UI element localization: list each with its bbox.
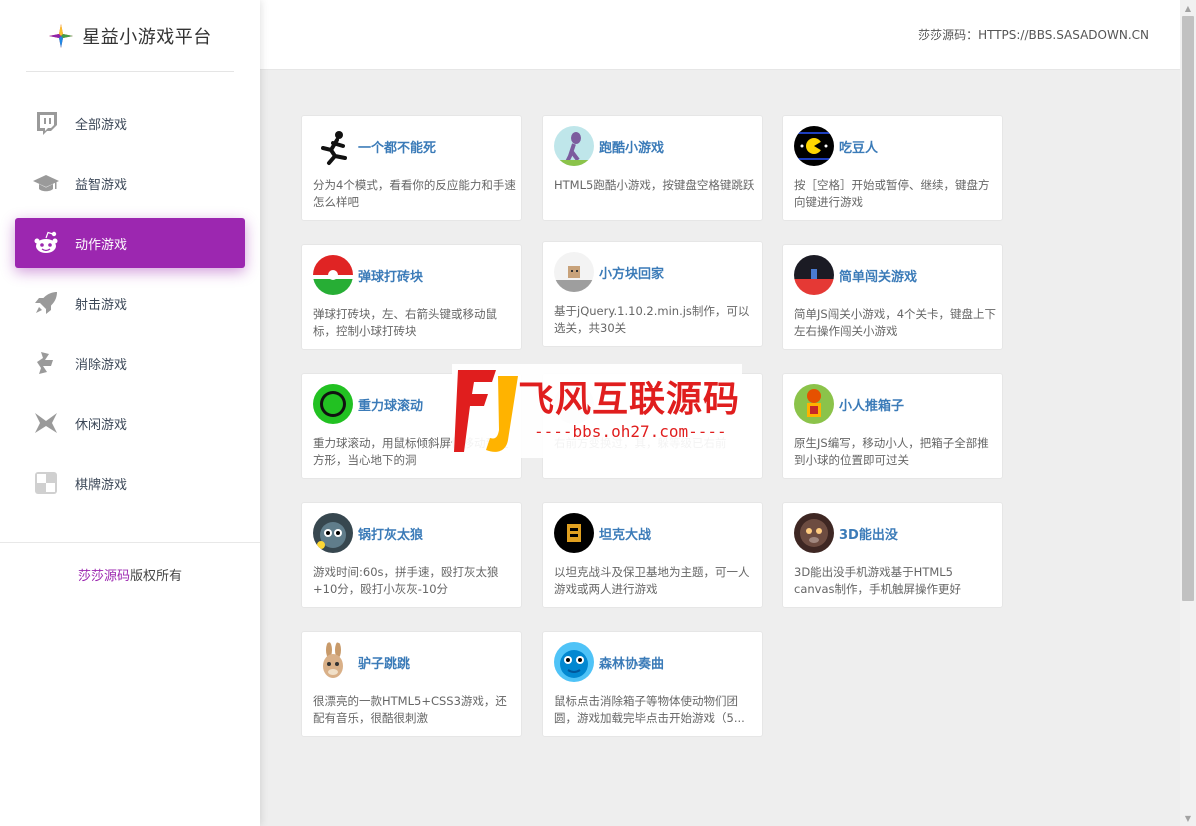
brand-divider: [26, 71, 234, 72]
game-description: 弹球打砖块，左、右箭头键或移动鼠标，控制小球打砖块: [313, 307, 497, 338]
game-card[interactable]: 坦克大战 以坦克战斗及保卫基地为主题，可一人游戏或两人进行游戏: [542, 502, 763, 608]
game-thumbnail: [313, 513, 353, 553]
game-thumbnail: [554, 252, 594, 292]
nav-item-label: 棋牌游戏: [75, 477, 128, 493]
nav-item-board-games[interactable]: 棋牌游戏: [15, 458, 245, 508]
nav-item-shooting-games[interactable]: 射击游戏: [15, 278, 245, 328]
nav-item-casual-games[interactable]: 休闲游戏: [15, 398, 245, 448]
sidebar: 星益小游戏平台 全部游戏 益智游戏 动作游戏 射击游戏 消除游戏 休闲游戏 棋牌…: [0, 0, 260, 826]
scrollbar[interactable]: ▲ ▼: [1180, 0, 1196, 826]
game-description: 按［空格］开始或暂停、继续，键盘方向键进行游戏: [794, 178, 990, 209]
category-nav: 全部游戏 益智游戏 动作游戏 射击游戏 消除游戏 休闲游戏 棋牌游戏: [15, 98, 245, 518]
game-card[interactable]: 简单闯关游戏 简单JS闯关小游戏，4个关卡，键盘上下左右操作闯关小游戏: [782, 244, 1003, 350]
game-description: 以坦克战斗及保卫基地为主题，可一人游戏或两人进行游戏: [554, 565, 750, 596]
star-logo-icon: [49, 24, 74, 48]
game-title: 锅打灰太狼: [358, 528, 424, 543]
game-title: 一个都不能死: [358, 141, 437, 156]
top-bar: 莎莎源码：HTTPS://BBS.SASADOWN.CN: [260, 0, 1180, 70]
game-card[interactable]: 3D能出没 3D能出没手机游戏基于HTML5 canvas制作，手机触屏操作更好: [782, 502, 1003, 608]
game-thumbnail: [794, 513, 834, 553]
brand-title: 星益小游戏平台: [82, 27, 212, 48]
nav-item-action-games[interactable]: 动作游戏: [15, 218, 245, 268]
game-thumbnail: [313, 384, 353, 424]
game-thumbnail: [794, 126, 834, 166]
nav-item-match-games[interactable]: 消除游戏: [15, 338, 245, 388]
twitch-icon: [33, 110, 59, 136]
watermark-text: 飞风互联源码: [518, 379, 741, 420]
game-thumbnail: [554, 126, 594, 166]
nav-item-all-games[interactable]: 全部游戏: [15, 98, 245, 148]
footer-divider: [0, 542, 260, 543]
game-thumbnail: [313, 642, 353, 682]
game-card[interactable]: 森林协奏曲 鼠标点击消除箱子等物体使动物们团圆，游戏加载完毕点击开始游戏（5..…: [542, 631, 763, 737]
nav-item-puzzle-games[interactable]: 益智游戏: [15, 158, 245, 208]
copyright: 莎莎源码版权所有: [0, 565, 260, 584]
game-card[interactable]: 小方块回家 基于jQuery.1.10.2.min.js制作，可以选关，共30关: [542, 241, 763, 347]
nav-item-label: 消除游戏: [75, 357, 128, 373]
game-card[interactable]: 小人推箱子 原生JS编写，移动小人，把箱子全部推到小球的位置即可过关: [782, 373, 1003, 479]
game-title: 吃豆人: [839, 141, 879, 156]
game-description: 简单JS闯关小游戏，4个关卡，键盘上下左右操作闯关小游戏: [794, 307, 997, 338]
scroll-thumb[interactable]: [1182, 16, 1194, 601]
footer-link[interactable]: 莎莎源码: [78, 569, 130, 584]
game-card[interactable]: 一个都不能死 分为4个模式，看看你的反应能力和手速怎么样吧: [301, 115, 522, 221]
rocket-icon: [33, 290, 59, 316]
game-thumbnail: [794, 384, 834, 424]
game-description: 原生JS编写，移动小人，把箱子全部推到小球的位置即可过关: [794, 436, 989, 467]
game-title: 坦克大战: [599, 528, 652, 543]
source-link[interactable]: 莎莎源码：HTTPS://BBS.SASADOWN.CN: [918, 26, 1149, 43]
nav-item-label: 射击游戏: [75, 297, 128, 313]
game-title: 跑酷小游戏: [599, 141, 665, 156]
watermark-url: ----bbs.oh27.com----: [534, 422, 727, 441]
game-title: 小方块回家: [599, 267, 665, 282]
nav-item-label: 益智游戏: [75, 177, 128, 193]
game-description: 分为4个模式，看看你的反应能力和手速怎么样吧: [313, 178, 516, 209]
game-thumbnail: [313, 126, 353, 166]
game-card[interactable]: 弹球打砖块 弹球打砖块，左、右箭头键或移动鼠标，控制小球打砖块: [301, 244, 522, 350]
game-title: 驴子跳跳: [358, 657, 411, 672]
game-description: 鼠标点击消除箱子等物体使动物们团圆，游戏加载完毕点击开始游戏（5...: [554, 694, 745, 725]
game-card[interactable]: 吃豆人 按［空格］开始或暂停、继续，键盘方向键进行游戏: [782, 115, 1003, 221]
watermark: 飞风互联源码 ----bbs.oh27.com----: [452, 364, 742, 458]
game-card[interactable]: 锅打灰太狼 游戏时间:60s，拼手速，殴打灰太狼+10分，殴打小灰灰-10分: [301, 502, 522, 608]
game-title: 小人推箱子: [839, 399, 905, 414]
graduation-cap-icon: [33, 170, 59, 196]
game-description: 很漂亮的一款HTML5+CSS3游戏，还配有音乐，很酷很刺激: [313, 694, 507, 725]
game-title: 3D能出没: [839, 528, 898, 543]
game-title: 弹球打砖块: [358, 270, 424, 285]
game-description: 基于jQuery.1.10.2.min.js制作，可以选关，共30关: [554, 304, 750, 335]
brand[interactable]: 星益小游戏平台: [0, 0, 260, 72]
game-title: 重力球滚动: [358, 399, 424, 414]
nav-item-label: 全部游戏: [75, 117, 128, 133]
game-thumbnail: [313, 255, 353, 295]
reddit-icon: [33, 230, 59, 256]
nav-item-label: 动作游戏: [75, 237, 128, 253]
game-thumbnail: [554, 513, 594, 553]
game-title: 简单闯关游戏: [839, 270, 918, 285]
game-thumbnail: [794, 255, 834, 295]
watermark-logo-icon: [454, 370, 518, 452]
footer-text: 版权所有: [130, 569, 183, 584]
scroll-down-arrow-icon[interactable]: ▼: [1180, 810, 1196, 826]
nav-item-label: 休闲游戏: [75, 417, 128, 433]
scroll-up-arrow-icon[interactable]: ▲: [1180, 0, 1196, 16]
game-description: 3D能出没手机游戏基于HTML5 canvas制作，手机触屏操作更好: [794, 565, 962, 596]
game-thumbnail: [554, 642, 594, 682]
origami-icon: [33, 410, 59, 436]
game-description: HTML5跑酷小游戏，按键盘空格键跳跃: [554, 178, 755, 192]
game-card[interactable]: 跑酷小游戏 HTML5跑酷小游戏，按键盘空格键跳跃: [542, 115, 763, 221]
checker-icon: [33, 470, 59, 496]
hexagon-icon: [33, 350, 59, 376]
game-title: 森林协奏曲: [599, 657, 665, 672]
game-description: 游戏时间:60s，拼手速，殴打灰太狼+10分，殴打小灰灰-10分: [313, 565, 499, 596]
game-card[interactable]: 驴子跳跳 很漂亮的一款HTML5+CSS3游戏，还配有音乐，很酷很刺激: [301, 631, 522, 737]
